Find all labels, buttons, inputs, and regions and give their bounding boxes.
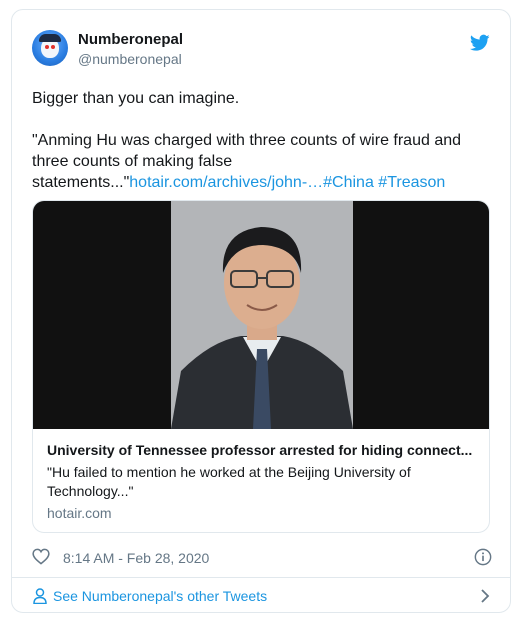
tweet-text: Bigger than you can imagine. "Anming Hu … [32,88,492,193]
portrait-photo [171,201,353,429]
link-preview-card[interactable]: University of Tennessee professor arrest… [32,200,490,533]
avatar-eye-left [45,45,49,49]
link-preview-domain: hotair.com [47,505,112,521]
chevron-right-icon[interactable] [480,589,490,603]
author-display-name[interactable]: Numberonepal [78,31,183,48]
link-preview-title[interactable]: University of Tennessee professor arrest… [47,441,475,459]
other-tweets-footer[interactable]: See Numberonepal's other Tweets [12,577,510,612]
tweet-embed-card: Numberonepal @numberonepal Bigger than y… [11,9,511,613]
avatar-hair [39,34,61,42]
avatar[interactable] [32,30,68,66]
tweet-text-line1: Bigger than you can imagine. [32,90,240,107]
twitter-bird-icon[interactable] [470,34,490,52]
info-icon[interactable] [474,548,492,566]
person-icon [33,588,47,604]
other-tweets-link[interactable]: See Numberonepal's other Tweets [53,588,267,604]
hashtag-china[interactable]: #China [323,174,374,191]
tweet-text-quote-paragraph: "Anming Hu was charged with three counts… [32,130,492,193]
link-preview-image[interactable] [33,201,489,429]
tweet-header: Numberonepal @numberonepal [32,30,490,70]
avatar-eye-right [51,45,55,49]
link-preview-description: "Hu failed to mention he worked at the B… [47,464,411,499]
tweet-meta: 8:14 AM - Feb 28, 2020 [32,546,492,568]
hashtag-treason[interactable]: #Treason [378,174,445,191]
author-handle[interactable]: @numberonepal [78,51,182,67]
tweet-link[interactable]: hotair.com/archives/john-… [129,174,323,191]
heart-icon[interactable] [32,548,50,565]
tweet-timestamp[interactable]: 8:14 AM - Feb 28, 2020 [63,550,209,566]
link-preview-body: University of Tennessee professor arrest… [33,429,489,532]
